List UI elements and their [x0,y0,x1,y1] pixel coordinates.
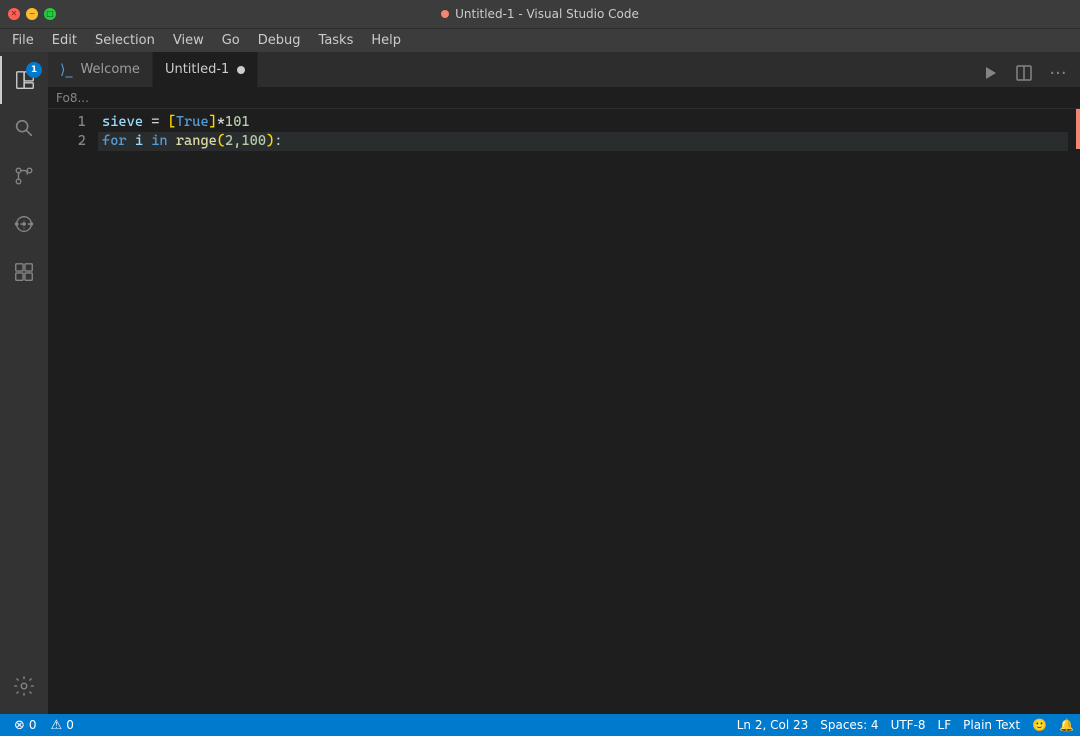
breadcrumb-text: Fo8... [56,91,89,105]
scrollbar-marker [1076,109,1080,149]
error-count: 0 [29,718,37,732]
maximize-icon: □ [46,10,54,18]
close-icon: ✕ [11,10,18,18]
run-icon [982,65,998,81]
line-numbers: 1 2 [48,109,98,714]
statusbar-position[interactable]: Ln 2, Col 23 [731,714,815,736]
split-icon [1016,65,1032,81]
sidebar-item-explorer[interactable]: 1 [0,56,48,104]
run-button[interactable] [976,59,1004,87]
line-number-2: 2 [48,132,86,151]
close-button[interactable]: ✕ [8,8,20,20]
code-content[interactable]: sieve = [True]*101 for i in range(2,100)… [98,109,1068,714]
tab-untitled1-label: Untitled-1 [165,62,229,77]
scrollbar-area[interactable] [1068,109,1080,714]
window-title: Untitled-1 - Visual Studio Code [441,7,639,21]
tabbar: ⟩_ Welcome Untitled-1 [48,52,1080,87]
code-editor[interactable]: 1 2 sieve = [True]*101 for i in range(2,… [48,109,1080,714]
breadcrumb: Fo8... [48,87,1080,109]
statusbar-notifications[interactable]: 🔔 [1053,714,1080,736]
sidebar-item-extensions[interactable] [0,248,48,296]
statusbar: ⊗ 0 ⚠ 0 Ln 2, Col 23 Spaces: 4 UTF-8 LF … [0,714,1080,736]
minimize-icon: − [29,10,36,18]
position-text: Ln 2, Col 23 [737,718,809,732]
titlebar: ✕ − □ Untitled-1 - Visual Studio Code [0,0,1080,28]
minimize-button[interactable]: − [26,8,38,20]
spaces-text: Spaces: 4 [820,718,878,732]
sidebar-item-search[interactable] [0,104,48,152]
remote-icon [13,213,35,235]
emoji-icon: 🙂 [1032,718,1047,732]
activitybar-bottom [0,662,48,714]
menu-view[interactable]: View [165,31,212,50]
menu-file[interactable]: File [4,31,42,50]
more-actions-icon: ··· [1049,63,1066,84]
titlebar-controls: ✕ − □ [8,8,56,20]
tab-modified-dot [237,66,245,74]
statusbar-spaces[interactable]: Spaces: 4 [814,714,884,736]
language-text: Plain Text [963,718,1020,732]
explorer-badge: 1 [26,62,42,78]
menu-edit[interactable]: Edit [44,31,85,50]
menu-go[interactable]: Go [214,31,248,50]
warning-count: 0 [66,718,74,732]
activitybar: 1 [0,52,48,714]
tab-welcome[interactable]: ⟩_ Welcome [48,52,153,87]
statusbar-line-ending[interactable]: LF [932,714,958,736]
statusbar-encoding[interactable]: UTF-8 [885,714,932,736]
vscode-icon: ⟩_ [60,62,72,78]
search-icon [13,117,35,139]
more-actions-button[interactable]: ··· [1044,59,1072,87]
code-line-2: for i in range(2,100): [98,132,1068,151]
bell-icon: 🔔 [1059,718,1074,732]
tab-untitled1[interactable]: Untitled-1 [153,52,258,87]
maximize-button[interactable]: □ [44,8,56,20]
encoding-text: UTF-8 [891,718,926,732]
sidebar-item-source-control[interactable] [0,152,48,200]
menu-selection[interactable]: Selection [87,31,163,50]
code-line-1: sieve = [True]*101 [98,113,1068,132]
menu-help[interactable]: Help [363,31,409,50]
modified-dot [441,10,449,18]
tab-row: ⟩_ Welcome Untitled-1 [48,52,968,87]
tab-welcome-label: Welcome [80,62,139,77]
error-icon: ⊗ [14,718,25,733]
sidebar-item-settings[interactable] [0,662,48,710]
main-layout: 1 [0,52,1080,714]
statusbar-errors[interactable]: ⊗ 0 [8,714,43,736]
statusbar-right: Ln 2, Col 23 Spaces: 4 UTF-8 LF Plain Te… [731,714,1080,736]
statusbar-emoji[interactable]: 🙂 [1026,714,1053,736]
menu-tasks[interactable]: Tasks [311,31,362,50]
line-ending-text: LF [938,718,952,732]
statusbar-language[interactable]: Plain Text [957,714,1026,736]
extensions-icon [13,261,35,283]
editor-area: ⟩_ Welcome Untitled-1 [48,52,1080,714]
editor-toolbar: ··· [968,59,1080,87]
settings-icon [13,675,35,697]
statusbar-left: ⊗ 0 ⚠ 0 [0,714,88,736]
title-text: Untitled-1 - Visual Studio Code [455,7,639,21]
source-control-icon [13,165,35,187]
split-editor-button[interactable] [1010,59,1038,87]
line-number-1: 1 [48,113,86,132]
sidebar-item-remote[interactable] [0,200,48,248]
statusbar-warnings[interactable]: ⚠ 0 [45,714,80,736]
menu-debug[interactable]: Debug [250,31,309,50]
menubar: File Edit Selection View Go Debug Tasks … [0,28,1080,52]
warning-icon: ⚠ [51,718,63,733]
